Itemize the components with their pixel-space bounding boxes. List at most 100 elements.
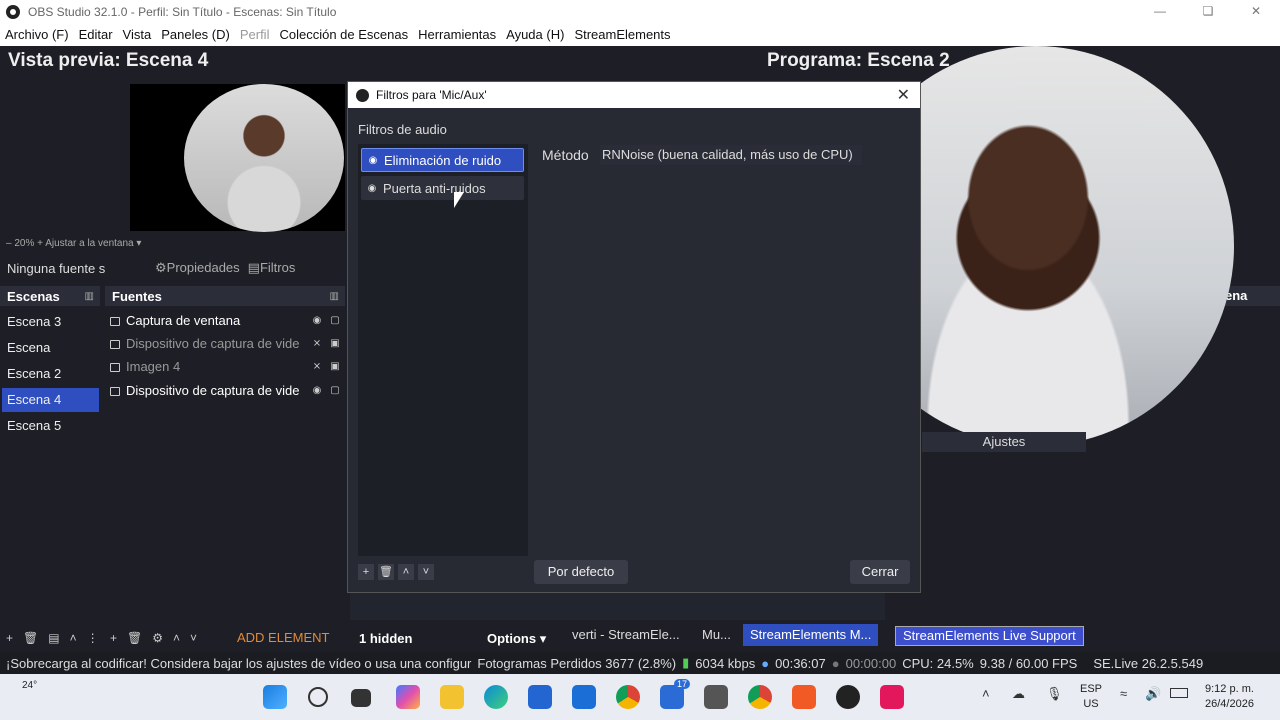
method-label: Método (542, 147, 589, 163)
eye-hidden-icon[interactable]: ⨯ (308, 333, 326, 355)
lock-icon[interactable]: ▣ (326, 333, 344, 355)
menu-coleccion[interactable]: Colección de Escenas (274, 27, 413, 42)
weather-widget[interactable]: 24° (22, 680, 37, 691)
filter-item-noise-gate[interactable]: ◉ Puerta anti-ruidos (361, 176, 524, 200)
move-down-button[interactable]: ˅ (190, 631, 197, 645)
scene-item[interactable]: Escena 5 (2, 414, 99, 438)
zoom-out-button[interactable]: – (6, 238, 12, 249)
volume-icon[interactable]: 🔊 (1145, 686, 1161, 702)
scenes-dock-header: Escenas ▥ (0, 286, 100, 306)
menu-ayuda[interactable]: Ayuda (H) (501, 27, 569, 42)
chrome-icon[interactable] (616, 685, 640, 709)
microphone-icon[interactable]: 🎙 (1046, 686, 1063, 702)
maximize-button[interactable]: ❏ (1184, 0, 1232, 23)
menu-streamelements[interactable]: StreamElements (569, 27, 675, 42)
fit-window-label[interactable]: Ajustar a la ventana (45, 238, 133, 249)
move-up-button[interactable]: ˄ (398, 564, 414, 580)
hidden-count[interactable]: 1 hidden (359, 631, 412, 646)
source-settings-button[interactable]: ⚙ (152, 631, 163, 645)
eye-icon[interactable]: ◉ (308, 310, 326, 332)
eye-icon[interactable]: ◉ (361, 183, 383, 194)
more-button[interactable]: ⋮ (87, 631, 99, 645)
live-support-tab[interactable]: StreamElements Live Support (895, 626, 1084, 646)
scene-item[interactable]: Escena 2 (2, 362, 99, 386)
battery-icon[interactable] (1170, 688, 1188, 698)
dock-tab[interactable]: verti - StreamEle... (565, 624, 687, 646)
tiktok-icon[interactable] (880, 685, 904, 709)
store-icon[interactable] (528, 685, 552, 709)
close-button[interactable]: Cerrar (850, 560, 910, 584)
sources-dock-header: Fuentes ▥ (105, 286, 345, 306)
close-icon[interactable]: ✕ (897, 85, 910, 105)
filter-scene-button[interactable]: ▤ (48, 631, 59, 645)
add-scene-button[interactable]: + (6, 631, 13, 645)
source-item[interactable]: Dispositivo de captura de vide ⨯ ▣ (110, 333, 345, 355)
source-item[interactable]: Captura de ventana ◉ ▢ (110, 310, 345, 332)
obs-logo-icon (6, 4, 20, 19)
eye-icon[interactable]: ◉ (308, 380, 326, 402)
close-window-button[interactable]: ✕ (1232, 0, 1280, 23)
chrome-profile-icon[interactable] (748, 685, 772, 709)
properties-button[interactable]: ⚙Propiedades (155, 260, 240, 276)
task-view-icon[interactable] (351, 689, 371, 707)
lock-icon[interactable]: ▣ (326, 356, 344, 378)
default-button[interactable]: Por defecto (534, 560, 628, 584)
search-icon[interactable] (308, 687, 328, 707)
cloud-icon[interactable]: ☁ (1012, 686, 1025, 702)
brave-icon[interactable] (792, 685, 816, 709)
dock-tab[interactable]: Mu... (695, 624, 738, 646)
wifi-icon[interactable]: ≈ (1120, 686, 1127, 701)
filters-dialog: Filtros para 'Mic/Aux' ✕ Filtros de audi… (347, 81, 921, 593)
add-source-button[interactable]: + (110, 631, 117, 645)
edge-icon[interactable] (484, 685, 508, 709)
scene-item[interactable]: Escena 3 (2, 310, 99, 334)
start-icon[interactable] (263, 685, 287, 709)
outlook-icon[interactable] (572, 685, 596, 709)
source-item[interactable]: Dispositivo de captura de vide ◉ ▢ (110, 380, 345, 402)
scene-item-selected[interactable]: Escena 4 (2, 388, 99, 412)
options-button[interactable]: Options ▾ (487, 631, 546, 647)
add-element-button[interactable]: ADD ELEMENT (237, 630, 329, 645)
menu-editar[interactable]: Editar (74, 27, 118, 42)
eye-hidden-icon[interactable]: ⨯ (308, 356, 326, 378)
sources-title: Fuentes (112, 288, 162, 304)
menu-archivo[interactable]: Archivo (F) (0, 27, 74, 42)
method-select[interactable]: RNNoise (buena calidad, más uso de CPU) (600, 145, 862, 165)
obs-taskbar-icon[interactable] (836, 685, 860, 709)
add-filter-button[interactable]: + (358, 564, 374, 580)
clock[interactable]: 9:12 p. m. 26/4/2026 (1205, 682, 1254, 712)
chevron-down-icon[interactable]: ▾ (136, 238, 141, 249)
lock-icon[interactable]: ▢ (326, 380, 344, 402)
source-item[interactable]: Imagen 4 ⨯ ▣ (110, 356, 345, 378)
tray-chevron-icon[interactable]: ˄ (982, 686, 990, 701)
move-down-button[interactable]: ˅ (418, 564, 434, 580)
menu-vista[interactable]: Vista (118, 27, 157, 42)
eye-icon[interactable]: ◉ (362, 155, 384, 166)
remove-filter-button[interactable]: 🗑 (378, 564, 394, 580)
calendar-icon[interactable]: 17 (660, 679, 690, 709)
menu-herramientas[interactable]: Herramientas (413, 27, 501, 42)
filter-item-noise-suppression[interactable]: ◉ Eliminación de ruido (361, 148, 524, 172)
settings-button[interactable]: Ajustes (922, 432, 1086, 452)
language-indicator[interactable]: ESP US (1080, 682, 1102, 712)
lock-icon[interactable]: ▢ (326, 310, 344, 332)
audio-filters-label: Filtros de audio (358, 122, 447, 137)
move-up-button[interactable]: ˄ (70, 631, 77, 645)
remove-source-button[interactable]: 🗑 (127, 631, 142, 645)
minimize-button[interactable]: — (1136, 0, 1184, 23)
stream-icon: ● (761, 655, 770, 671)
dock-float-icon[interactable]: ▥ (85, 291, 94, 302)
camera-app-icon[interactable] (704, 685, 728, 709)
dock-float-icon[interactable]: ▥ (330, 291, 339, 302)
zoom-in-button[interactable]: + (37, 238, 43, 249)
dock-tab-active[interactable]: StreamElements M... (743, 624, 879, 646)
move-up-button[interactable]: ˄ (173, 631, 180, 645)
filters-button[interactable]: ▤Filtros (248, 260, 296, 276)
scene-item[interactable]: Escena (2, 336, 99, 360)
filter-list: ◉ Eliminación de ruido ◉ Puerta anti-rui… (358, 144, 528, 556)
m365-icon[interactable] (396, 685, 420, 709)
menu-perfil[interactable]: Perfil (235, 27, 275, 42)
menu-paneles[interactable]: Paneles (D) (156, 27, 235, 42)
remove-scene-button[interactable]: 🗑 (23, 631, 38, 645)
file-explorer-icon[interactable] (440, 685, 464, 709)
